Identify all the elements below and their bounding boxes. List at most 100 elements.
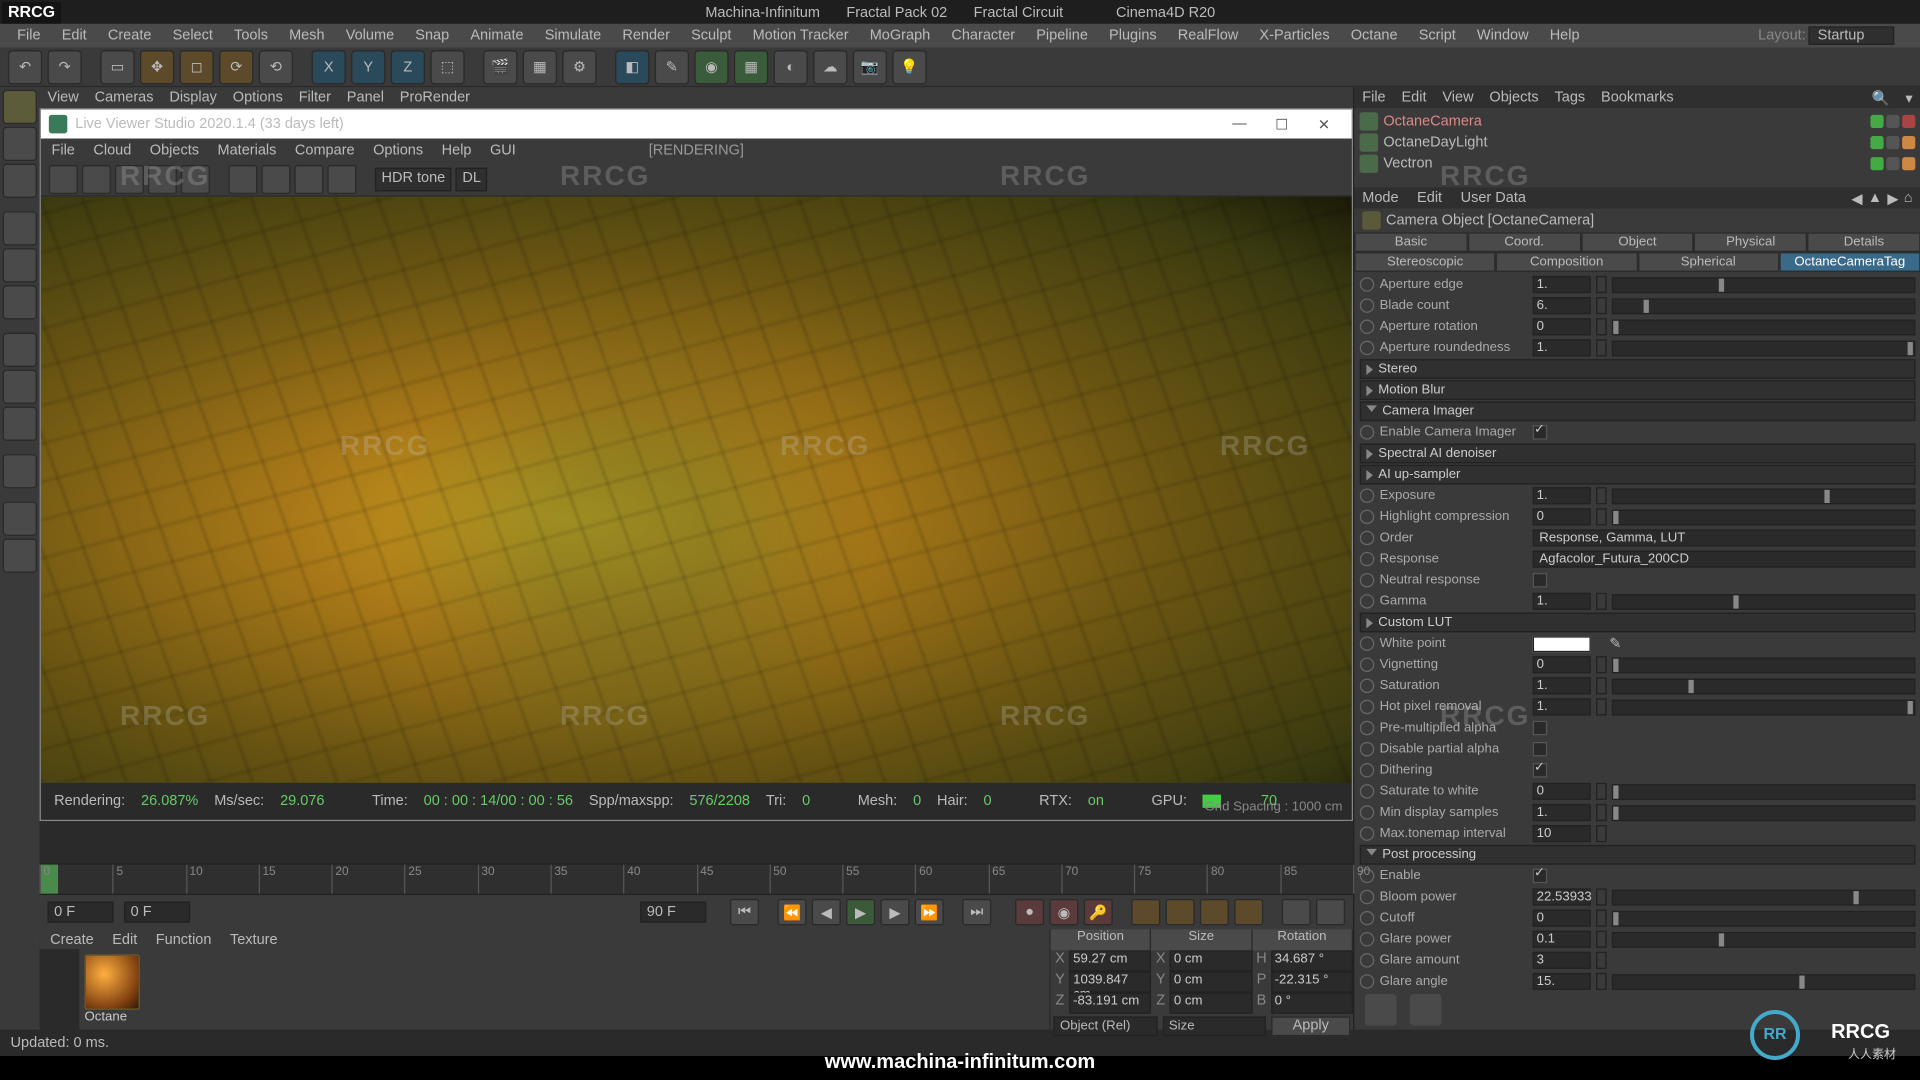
attr-value-field[interactable]: 3 <box>1533 952 1591 969</box>
anim-dot-icon[interactable] <box>1360 911 1375 926</box>
anim-dot-icon[interactable] <box>1360 319 1375 334</box>
attr-slider[interactable] <box>1612 509 1916 525</box>
object-tree[interactable]: OctaneCameraOctaneDayLightVectron <box>1354 108 1920 187</box>
anim-dot-icon[interactable] <box>1360 953 1375 968</box>
attr-dropdown[interactable]: Agfacolor_Futura_200CD <box>1533 550 1916 567</box>
anim-dot-icon[interactable] <box>1360 573 1375 588</box>
nurbs-button[interactable]: ◉ <box>694 50 728 84</box>
frame-in-field[interactable]: 0 F <box>124 902 190 923</box>
camera-button[interactable]: 📷 <box>853 50 887 84</box>
picker-icon[interactable]: ✎ <box>1609 635 1621 652</box>
coord-field[interactable]: 0 cm <box>1170 972 1252 993</box>
axis-z-button[interactable]: Z <box>391 50 425 84</box>
attr-value-field[interactable]: 1. <box>1533 804 1591 821</box>
menu-pipeline[interactable]: Pipeline <box>1027 28 1097 44</box>
extra-button[interactable] <box>3 539 37 573</box>
next-frame-button[interactable]: ▶ <box>880 899 909 925</box>
attr-slider[interactable] <box>1612 593 1916 609</box>
timeline[interactable]: 051015202530354045505560657075808590 <box>40 863 1353 895</box>
attr-slider[interactable] <box>1612 699 1916 715</box>
attr-value-field[interactable]: 6. <box>1533 297 1591 314</box>
lv-menu-gui[interactable]: GUI <box>490 143 516 159</box>
maximize-button[interactable]: ☐ <box>1262 112 1302 136</box>
lv-menu-help[interactable]: Help <box>442 143 472 159</box>
menu-mograph[interactable]: MoGraph <box>860 28 939 44</box>
attr-value-field[interactable]: 22.53933 <box>1533 888 1591 905</box>
anim-dot-icon[interactable] <box>1360 298 1375 313</box>
section-camera-imager[interactable]: Camera Imager <box>1360 401 1916 421</box>
attr-slider[interactable] <box>1612 889 1916 905</box>
edge-mode-button[interactable] <box>3 248 37 282</box>
stepper-icon[interactable] <box>1596 783 1607 800</box>
tab-stereoscopic[interactable]: Stereoscopic <box>1354 252 1496 272</box>
menu-motion-tracker[interactable]: Motion Tracker <box>743 28 858 44</box>
section-spectral-ai-denoiser[interactable]: Spectral AI denoiser <box>1360 444 1916 464</box>
coord-field[interactable]: -83.191 cm <box>1069 993 1151 1014</box>
redo-button[interactable]: ↷ <box>48 50 82 84</box>
keyframe-button[interactable]: 🔑 <box>1084 899 1113 925</box>
recent-tool[interactable]: ⟲ <box>259 50 293 84</box>
vp-menu-filter[interactable]: Filter <box>299 90 331 106</box>
stepper-icon[interactable] <box>1596 931 1607 948</box>
lv-menu-compare[interactable]: Compare <box>295 143 355 159</box>
mat-menu-function[interactable]: Function <box>156 931 212 947</box>
attr-slider[interactable] <box>1612 657 1916 673</box>
menu-plugins[interactable]: Plugins <box>1100 28 1166 44</box>
hdr-dropdown[interactable]: HDR tone <box>375 167 452 191</box>
fcurve-button[interactable] <box>1316 899 1345 925</box>
stepper-icon[interactable] <box>1596 339 1607 356</box>
nav-fwd-icon[interactable]: ▶ <box>1887 189 1898 206</box>
stepper-icon[interactable] <box>1596 825 1607 842</box>
anim-dot-icon[interactable] <box>1360 678 1375 693</box>
mat-menu-texture[interactable]: Texture <box>230 931 278 947</box>
menu-edit[interactable]: Edit <box>52 28 96 44</box>
lv-menu-materials[interactable]: Materials <box>218 143 277 159</box>
section-motion-blur[interactable]: Motion Blur <box>1360 380 1916 400</box>
coord-field[interactable]: 0 ° <box>1271 993 1353 1014</box>
menu-octane[interactable]: Octane <box>1342 28 1407 44</box>
tab-physical[interactable]: Physical <box>1694 232 1807 252</box>
axis-y-button[interactable]: Y <box>351 50 385 84</box>
section-ai-up-sampler[interactable]: AI up-sampler <box>1360 465 1916 485</box>
lv-menu-options[interactable]: Options <box>373 143 423 159</box>
attr-value-field[interactable]: 1. <box>1533 593 1591 610</box>
material-thumbnail[interactable] <box>84 954 139 1009</box>
attr-value-field[interactable]: 1. <box>1533 698 1591 715</box>
coord-field[interactable]: -22.315 ° <box>1271 972 1353 993</box>
settings-icon[interactable] <box>1365 994 1397 1026</box>
menu-simulate[interactable]: Simulate <box>535 28 610 44</box>
menu-file[interactable]: File <box>8 28 50 44</box>
viewport-scrubber[interactable]: Grid Spacing : 1000 cm <box>40 821 1353 863</box>
vp-menu-display[interactable]: Display <box>169 90 217 106</box>
axis-x-button[interactable]: X <box>312 50 346 84</box>
array-button[interactable]: ▦ <box>734 50 768 84</box>
anim-dot-icon[interactable] <box>1360 341 1375 356</box>
close-button[interactable]: ✕ <box>1304 112 1344 136</box>
lv-menu-cloud[interactable]: Cloud <box>93 143 131 159</box>
section-post-processing[interactable]: Post processing <box>1360 845 1916 865</box>
attr-value-field[interactable]: 0 <box>1533 909 1591 926</box>
menu-render[interactable]: Render <box>613 28 679 44</box>
axis-mode-button[interactable] <box>3 333 37 367</box>
stepper-icon[interactable] <box>1596 804 1607 821</box>
anim-dot-icon[interactable] <box>1360 742 1375 757</box>
mat-menu-edit[interactable]: Edit <box>112 931 137 947</box>
lv-clay-button[interactable] <box>181 164 210 193</box>
coord-field[interactable]: 0 cm <box>1170 993 1252 1014</box>
attr-slider[interactable] <box>1612 488 1916 504</box>
anim-dot-icon[interactable] <box>1360 763 1375 778</box>
menu-animate[interactable]: Animate <box>461 28 533 44</box>
anim-dot-icon[interactable] <box>1360 974 1375 989</box>
stepper-icon[interactable] <box>1596 973 1607 990</box>
record-button[interactable]: ● <box>1015 899 1044 925</box>
light-button[interactable]: 💡 <box>892 50 926 84</box>
obj-menu-objects[interactable]: Objects <box>1489 90 1538 106</box>
anim-dot-icon[interactable] <box>1360 488 1375 503</box>
tree-item[interactable]: OctaneDayLight <box>1360 132 1916 153</box>
obj-menu-tags[interactable]: Tags <box>1555 90 1586 106</box>
anim-dot-icon[interactable] <box>1360 425 1375 440</box>
minimize-button[interactable]: — <box>1220 112 1260 136</box>
coord-field[interactable]: 59.27 cm <box>1069 950 1151 971</box>
stepper-icon[interactable] <box>1596 909 1607 926</box>
render-viewport[interactable] <box>41 197 1352 783</box>
